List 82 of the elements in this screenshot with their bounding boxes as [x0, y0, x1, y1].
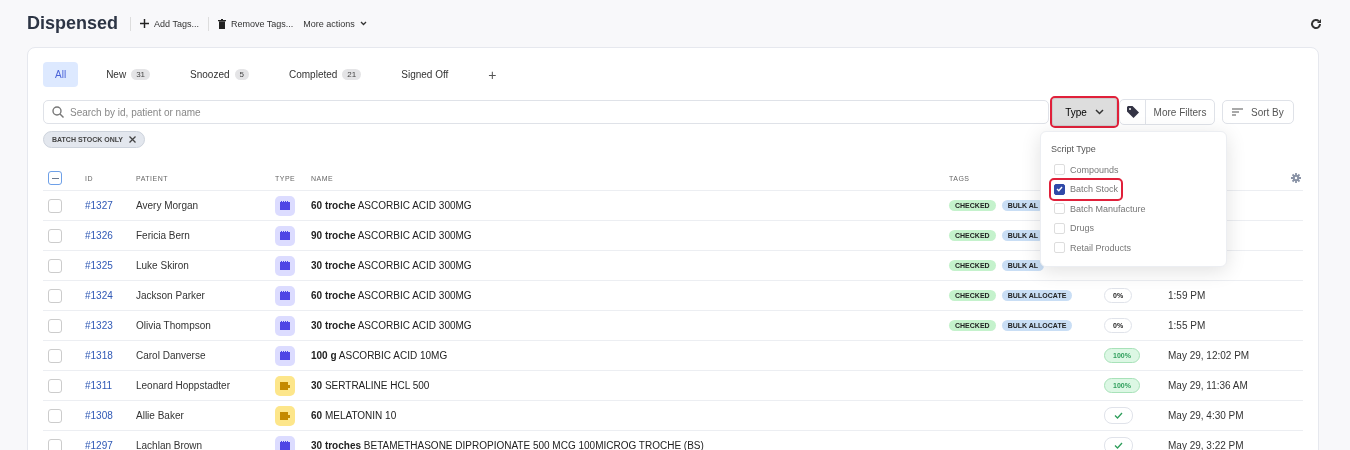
row-checkbox[interactable] — [48, 348, 62, 363]
check-icon — [1114, 442, 1123, 449]
patient-name: Leonard Hoppstadter — [136, 380, 231, 391]
medication-name: 60 troche ASCORBIC ACID 300MG — [311, 200, 473, 211]
sort-button[interactable]: Sort By — [1222, 100, 1294, 124]
menu-option[interactable]: Batch Manufacture — [1051, 199, 1149, 219]
tag-icon — [1126, 106, 1139, 118]
page-title: Dispensed — [27, 13, 119, 34]
type-icon — [275, 315, 295, 336]
patient-name: Luke Skiron — [136, 260, 190, 271]
id-link[interactable]: #1308 — [85, 410, 136, 421]
date-text: May 29, 4:30 PM — [1168, 410, 1245, 421]
tab[interactable]: New 31 — [94, 62, 163, 87]
row-checkbox[interactable] — [48, 198, 62, 213]
row-checkbox[interactable] — [48, 288, 62, 303]
menu-option[interactable]: Batch Stock — [1051, 179, 1122, 199]
medication-name: 30 SERTRALINE HCL 500 — [311, 380, 431, 391]
menu-option[interactable]: Drugs — [1051, 218, 1097, 238]
toolbar-action[interactable]: More actions — [298, 18, 372, 29]
id-link[interactable]: #1318 — [85, 350, 136, 361]
id-link[interactable]: #1323 — [85, 320, 136, 331]
patient-name: Jackson Parker — [136, 290, 206, 301]
menu-option[interactable]: Retail Products — [1051, 238, 1135, 258]
type-icon — [275, 255, 295, 276]
option-checkbox[interactable] — [1054, 183, 1065, 195]
select-all-checkbox[interactable] — [48, 171, 62, 185]
row-checkbox[interactable] — [48, 408, 62, 423]
search-icon — [52, 106, 64, 118]
row-checkbox[interactable] — [48, 318, 62, 333]
medication-name: 30 troche ASCORBIC ACID 300MG — [311, 260, 473, 271]
patient-name: Carol Danverse — [136, 350, 207, 361]
check-icon — [1114, 412, 1123, 419]
toolbar-action[interactable]: Remove Tags... — [212, 18, 299, 29]
row-checkbox[interactable] — [48, 378, 62, 393]
id-link[interactable]: #1324 — [85, 290, 136, 301]
tab[interactable]: Snoozed 5 — [178, 62, 261, 87]
search-field[interactable]: Search by id, patient or name — [43, 100, 1049, 124]
type-icon — [275, 375, 295, 396]
type-icon — [275, 285, 295, 306]
patient-name: Allie Baker — [136, 410, 185, 421]
menu-heading: Script Type — [1051, 144, 1097, 154]
date-text: May 29, 11:36 AM — [1168, 380, 1249, 391]
type-icon — [275, 345, 295, 366]
type-icon — [275, 405, 295, 426]
tab[interactable]: All — [43, 62, 79, 87]
row-checkbox[interactable] — [48, 438, 62, 450]
date-text: 1:59 PM — [1168, 290, 1207, 301]
medication-name: 30 troche ASCORBIC ACID 300MG — [311, 320, 473, 331]
caret-icon — [359, 21, 367, 26]
type-filter-button[interactable]: Type — [1052, 98, 1117, 126]
patient-name: Lachlan Brown — [136, 440, 204, 450]
row-checkbox[interactable] — [48, 228, 62, 243]
menu-option[interactable]: Compounds — [1051, 160, 1122, 180]
patient-name: Olivia Thompson — [136, 320, 212, 331]
chevron-icon — [1094, 109, 1104, 115]
close-icon[interactable] — [129, 136, 137, 143]
settings-icon[interactable] — [1291, 173, 1301, 183]
date-text: 1:55 PM — [1168, 320, 1207, 331]
medication-name: 60 troche ASCORBIC ACID 300MG — [311, 290, 473, 301]
type-icon — [275, 195, 295, 216]
id-link[interactable]: #1326 — [85, 230, 136, 241]
trash-icon — [217, 18, 226, 29]
medication-name: 100 g ASCORBIC ACID 10MG — [311, 350, 449, 361]
add-tab-button[interactable]: + — [476, 62, 509, 87]
plus-icon — [140, 19, 150, 28]
toolbar-action[interactable]: Add Tags... — [135, 18, 204, 29]
tab[interactable]: Completed 21 — [277, 62, 374, 87]
id-link[interactable]: #1325 — [85, 260, 136, 271]
tab[interactable]: Signed Off — [389, 62, 461, 87]
type-icon — [275, 435, 295, 450]
id-link[interactable]: #1297 — [85, 440, 136, 450]
id-link[interactable]: #1311 — [85, 380, 136, 391]
patient-name: Avery Morgan — [136, 200, 200, 211]
date-text: May 29, 12:02 PM — [1168, 350, 1251, 361]
id-link[interactable]: #1327 — [85, 200, 136, 211]
sort-icon — [1232, 108, 1243, 116]
row-checkbox[interactable] — [48, 258, 62, 273]
type-icon — [275, 225, 295, 246]
medication-name: 90 troche ASCORBIC ACID 300MG — [311, 230, 473, 241]
medication-name: 60 MELATONIN 10 — [311, 410, 398, 421]
refresh-icon[interactable] — [1310, 17, 1322, 30]
patient-name: Fericia Bern — [136, 230, 191, 241]
